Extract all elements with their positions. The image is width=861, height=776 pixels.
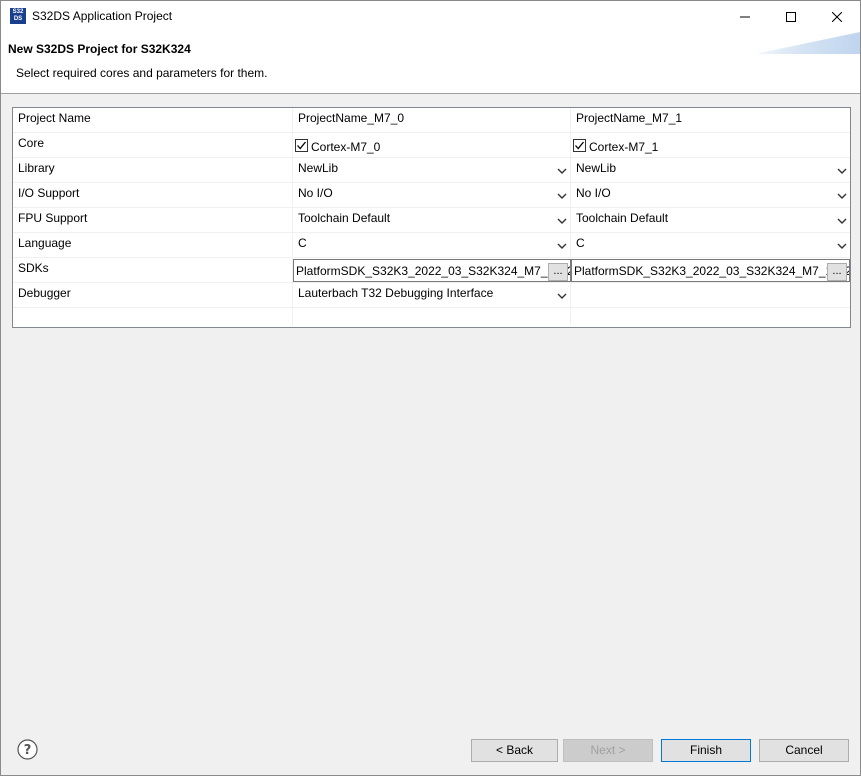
table-row: Library NewLib NewLib [13,158,850,183]
fpu-support-m7-1-dropdown[interactable]: Toolchain Default [571,208,850,232]
table-row: I/O Support No I/O No I/O [13,183,850,208]
row-label: FPU Support [18,211,88,225]
core-m7-0-label: Cortex-M7_0 [311,140,381,154]
io-support-m7-1-dropdown[interactable]: No I/O [571,183,850,207]
debugger-m7-0-dropdown[interactable]: Lauterbach T32 Debugging Interface [293,283,571,307]
empty-cell [293,308,571,325]
row-label: Debugger [18,286,71,300]
core-m7-1-label: Cortex-M7_1 [589,140,659,154]
table-row [13,308,850,325]
row-label-cell: Project Name [13,108,293,132]
row-label-cell: Core [13,133,293,157]
library-m7-1-value: NewLib [576,161,617,175]
row-label: SDKs [18,261,49,275]
fpu-support-m7-0-dropdown[interactable]: Toolchain Default [293,208,571,232]
sdks-m7-0-field[interactable]: PlatformSDK_S32K3_2022_03_S32K324_M7_0 v… [293,259,571,282]
row-label: Core [18,136,45,150]
sdks-m7-1-value: PlatformSDK_S32K3_2022_03_S32K324_M7_1 v… [574,264,850,278]
window-title: S32DS Application Project [32,9,173,23]
language-m7-0-dropdown[interactable]: C [293,233,571,257]
core-m7-1-checkbox[interactable] [573,139,586,152]
table-row: Debugger Lauterbach T32 Debugging Interf… [13,283,850,308]
sdks-m7-1-cell: PlatformSDK_S32K3_2022_03_S32K324_M7_1 v… [571,258,850,282]
table-row: Core Cortex-M7_0 Cortex-M7_1 [13,133,850,158]
sdks-m7-0-value: PlatformSDK_S32K3_2022_03_S32K324_M7_0 v… [296,264,571,278]
cancel-button[interactable]: Cancel [759,739,849,762]
title-bar[interactable]: S32 DS S32DS Application Project [1,1,860,32]
row-label-cell: Library [13,158,293,182]
row-label-cell: Debugger [13,283,293,307]
debugger-m7-1-cell [571,283,850,307]
debugger-m7-0-value: Lauterbach T32 Debugging Interface [298,286,494,300]
chevron-down-icon [837,218,847,224]
back-button[interactable]: < Back [471,739,558,762]
sdks-m7-0-browse-button[interactable]: ... [548,263,568,281]
table-row: FPU Support Toolchain Default Toolchain … [13,208,850,233]
fpu-support-m7-1-value: Toolchain Default [576,211,669,225]
chevron-down-icon [837,168,847,174]
wizard-banner: New S32DS Project for S32K324 Select req… [1,32,860,94]
row-label-cell: I/O Support [13,183,293,207]
library-m7-0-value: NewLib [298,161,339,175]
library-m7-0-dropdown[interactable]: NewLib [293,158,571,182]
maximize-icon [786,11,796,22]
minimize-button[interactable] [722,1,768,32]
row-label: Project Name [18,111,91,125]
chevron-down-icon [837,193,847,199]
chevron-down-icon [557,168,567,174]
project-name-m7-1-cell[interactable]: ProjectName_M7_1 [571,108,850,132]
language-m7-1-value: C [576,236,585,250]
chevron-down-icon [837,243,847,249]
sdks-m7-0-cell: PlatformSDK_S32K3_2022_03_S32K324_M7_0 v… [293,258,571,282]
core-m7-0-cell: Cortex-M7_0 [293,133,571,157]
chevron-down-icon [557,193,567,199]
core-m7-0-checkbox[interactable] [295,139,308,152]
sdks-m7-1-browse-button[interactable]: ... [827,263,847,281]
empty-cell [13,308,293,325]
library-m7-1-dropdown[interactable]: NewLib [571,158,850,182]
chevron-down-icon [557,243,567,249]
project-name-m7-0: ProjectName_M7_0 [298,111,405,125]
row-label: I/O Support [18,186,80,200]
table-row: Project Name ProjectName_M7_0 ProjectNam… [13,108,850,133]
s32ds-app-icon: S32 DS [10,8,26,24]
row-label: Library [18,161,55,175]
dialog-window: S32 DS S32DS Application Project New S32… [0,0,861,776]
core-parameters-table: Project Name ProjectName_M7_0 ProjectNam… [12,107,851,328]
row-label-cell: SDKs [13,258,293,282]
page-description: Select required cores and parameters for… [16,66,268,80]
io-support-m7-0-dropdown[interactable]: No I/O [293,183,571,207]
close-button[interactable] [814,1,860,32]
close-icon [832,11,842,22]
language-m7-0-value: C [298,236,307,250]
project-name-m7-1: ProjectName_M7_1 [576,111,683,125]
fpu-support-m7-0-value: Toolchain Default [298,211,391,225]
chevron-down-icon [557,218,567,224]
table-row: SDKs PlatformSDK_S32K3_2022_03_S32K324_M… [13,258,850,283]
row-label-cell: FPU Support [13,208,293,232]
project-name-m7-0-cell[interactable]: ProjectName_M7_0 [293,108,571,132]
io-support-m7-0-value: No I/O [298,186,333,200]
row-label-cell: Language [13,233,293,257]
row-label: Language [18,236,72,250]
sdks-m7-1-field[interactable]: PlatformSDK_S32K3_2022_03_S32K324_M7_1 v… [571,259,850,282]
language-m7-1-dropdown[interactable]: C [571,233,850,257]
finish-button[interactable]: Finish [661,739,751,762]
table-row: Language C C [13,233,850,258]
io-support-m7-1-value: No I/O [576,186,611,200]
core-m7-1-cell: Cortex-M7_1 [571,133,850,157]
minimize-icon [740,16,750,17]
banner-graphic [755,32,860,54]
help-icon[interactable]: ? [17,739,38,760]
checkmark-icon [297,141,307,150]
chevron-down-icon [557,293,567,299]
maximize-button[interactable] [768,1,814,32]
page-title: New S32DS Project for S32K324 [8,42,191,56]
checkmark-icon [575,141,585,150]
next-button[interactable]: Next > [563,739,653,762]
svg-text:?: ? [24,743,32,758]
empty-cell [571,308,850,325]
